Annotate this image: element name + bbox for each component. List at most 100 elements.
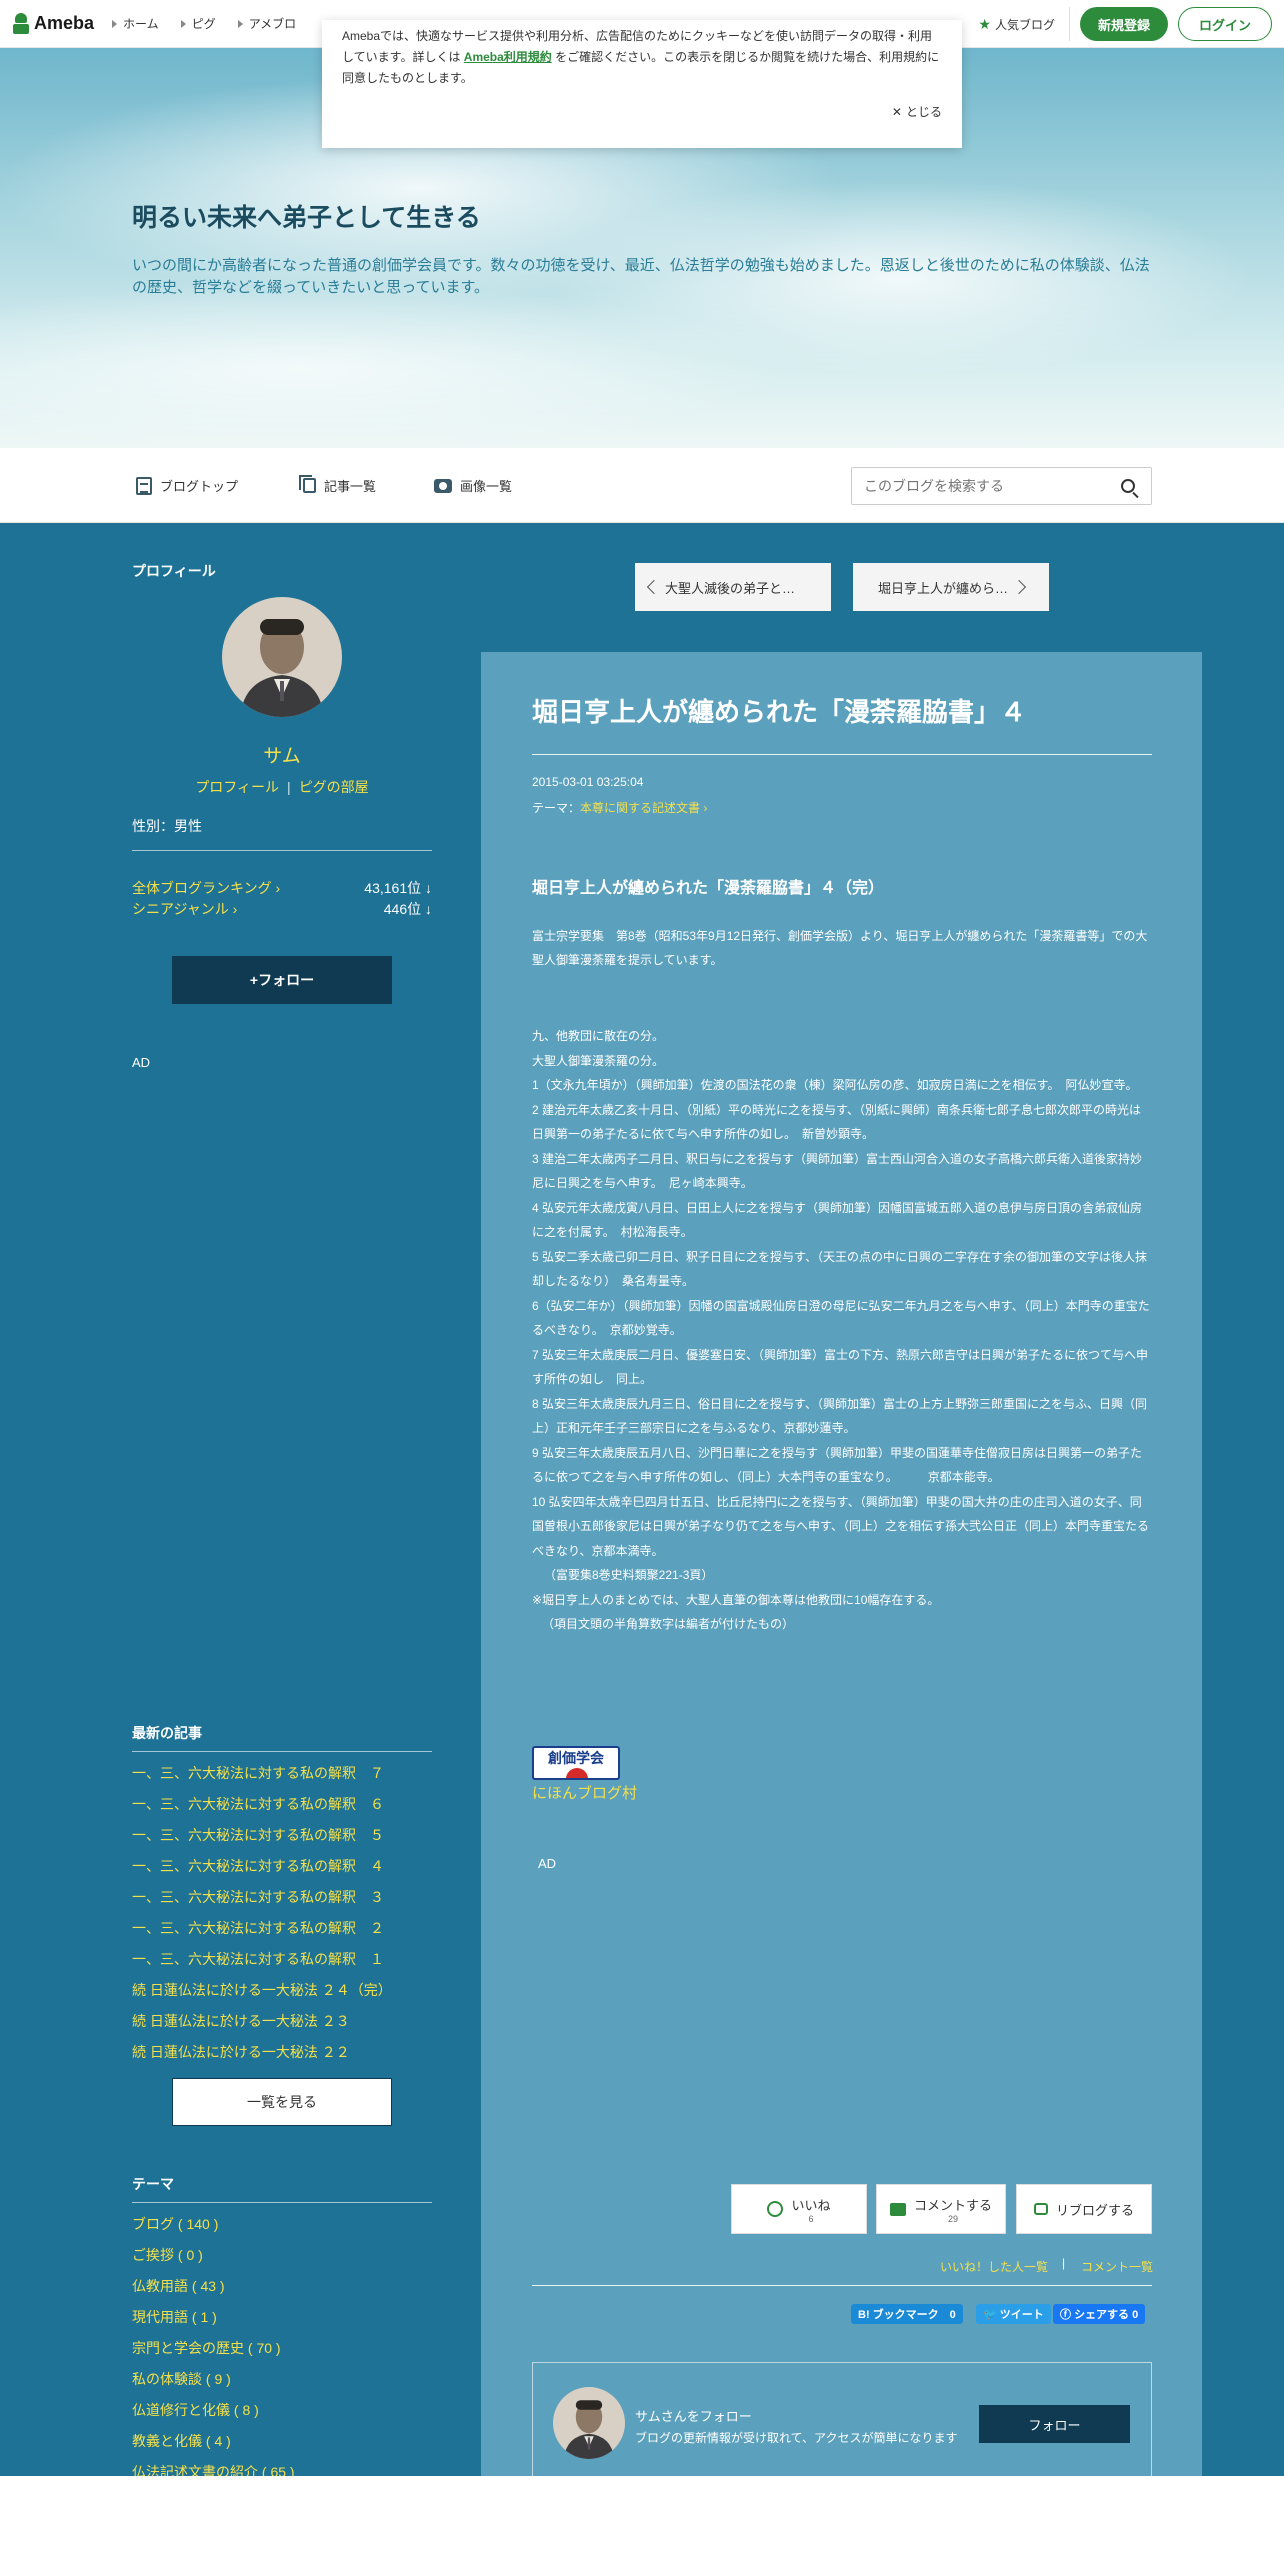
comment-count: 29 [947, 2213, 958, 2224]
liked-users-link[interactable]: いいね！した人一覧 [940, 2258, 1048, 2275]
comment-button[interactable]: コメントする 29 [876, 2184, 1006, 2234]
close-icon: ✕ [891, 105, 902, 119]
theme-link[interactable]: 仏道修行と化儀 ( 8 ) [132, 2400, 432, 2431]
tweet-button[interactable]: 🐦 ツイート [976, 2304, 1051, 2324]
blog-top-link[interactable]: ブログトップ [136, 476, 238, 495]
article-body: 九、他教団に散在の分。 大聖人御筆漫荼羅の分。 1（文永九年頃か）（興師加筆）佐… [532, 1024, 1152, 1637]
theme-heading: テーマ [132, 2176, 174, 2192]
ranking-genre[interactable]: シニアジャンル › 446位 ↓ [132, 899, 432, 919]
blog-search [851, 467, 1152, 505]
recent-article-link[interactable]: 一、三、六大秘法に対する私の解釈 ６ [132, 1794, 432, 1825]
recent-article-link[interactable]: 続 日蓮仏法に於ける一大秘法 ２３ [132, 2011, 432, 2042]
menu-label: ブログトップ [160, 479, 239, 494]
ranking-label[interactable]: シニアジャンル › [132, 899, 237, 919]
recent-article-link[interactable]: 一、三、六大秘法に対する私の解釈 ２ [132, 1918, 432, 1949]
theme-link[interactable]: 宗門と学会の歴史 ( 70 ) [132, 2338, 432, 2369]
recent-article-link[interactable]: 一、三、六大秘法に対する私の解釈 ５ [132, 1825, 432, 1856]
theme-link[interactable]: 仏教用語 ( 43 ) [132, 2276, 432, 2307]
menu-label: 画像一覧 [460, 479, 513, 494]
blogmura-banner[interactable]: 創価学会 [532, 1746, 620, 1780]
pager-label: 大聖人滅後の弟子と… [665, 580, 796, 596]
theme-link[interactable]: 私の体験談 ( 9 ) [132, 2369, 432, 2400]
article-list-link[interactable]: 記事一覧 [299, 475, 377, 495]
header-actions: ★ 人気ブログ 新規登録 ログイン [978, 7, 1272, 41]
popular-label: 人気ブログ [994, 17, 1055, 32]
article-theme-link[interactable]: 本尊に関する記述文書 › [580, 801, 707, 815]
caret-right-icon [237, 19, 243, 28]
body-line: 9 弘安三年太歳庚辰五月八日、沙門日華に之を授与す（興師加筆）甲斐の国蓮華寺住僧… [532, 1445, 1143, 1485]
facebook-share-button[interactable]: ⓕ シェアする 0 [1053, 2304, 1146, 2324]
nickname[interactable]: サム [132, 741, 432, 768]
article-title[interactable]: 堀日亨上人が纏められた「漫荼羅脇書」４ [532, 692, 1026, 729]
ranking-label[interactable]: 全体ブログランキング › [132, 878, 280, 898]
menu-label: 記事一覧 [324, 479, 377, 494]
recent-article-link[interactable]: 続 日蓮仏法に於ける一大秘法 ２４（完） [132, 1980, 432, 2011]
body-line: 8 弘安三年太歳庚辰九月三日、俗日目に之を授与す、（興師加筆）富士の上方上野弥三… [532, 1396, 1148, 1436]
nav-link-pigg[interactable]: ピグ [180, 15, 216, 32]
chevron-right-icon [1011, 579, 1027, 595]
follow-button[interactable]: + フォロー [172, 956, 392, 1004]
follow-card-button[interactable]: フォロー [979, 2405, 1130, 2443]
profile-link[interactable]: プロフィール [195, 779, 279, 795]
follow-name: サムさんをフォロー [635, 2409, 752, 2424]
theme-link[interactable]: 現代用語 ( 1 ) [132, 2307, 432, 2338]
body-line: ※堀日亨上人のまとめでは、大聖人直筆の御本尊は他教団に10幅存在する。 [532, 1592, 940, 1607]
ameba-logo[interactable]: Ameba [12, 12, 94, 35]
next-article-button[interactable]: 堀日亨上人が纏めら… [853, 563, 1049, 611]
blog-title[interactable]: 明るい未来へ弟子として生きる [132, 198, 481, 234]
theme-link[interactable]: ご挨拶 ( 0 ) [132, 2245, 432, 2276]
avatar[interactable] [222, 597, 342, 717]
blog-menu: ブログトップ 記事一覧 画像一覧 [0, 448, 1284, 523]
ameba-logo-icon [12, 12, 30, 35]
search-icon[interactable] [1121, 479, 1135, 493]
theme-link[interactable]: ブログ ( 140 ) [132, 2214, 432, 2245]
gender: 性別：男性 [132, 818, 202, 834]
recent-article-link[interactable]: 一、三、六大秘法に対する私の解釈 １ [132, 1949, 432, 1980]
theme-link[interactable]: 教義と化儀 ( 4 ) [132, 2431, 432, 2462]
camera-icon [434, 478, 452, 493]
image-list-link[interactable]: 画像一覧 [434, 476, 512, 495]
see-all-button[interactable]: 一覧を見る [172, 2078, 392, 2126]
body-line: 大聖人御筆漫荼羅の分。 [532, 1053, 665, 1068]
cookie-banner: Amebaでは、快適なサービス提供や利用分析、広告配信のためにクッキーなどを使い… [322, 20, 962, 148]
ranking-value: 446位 ↓ [383, 901, 432, 917]
blogmura-link[interactable]: にほんブログ村 [532, 1782, 637, 1803]
recent-article-link[interactable]: 一、三、六大秘法に対する私の解釈 ３ [132, 1887, 432, 1918]
comment-icon [889, 2202, 906, 2216]
terms-link[interactable]: Ameba利用規約 [464, 50, 552, 64]
reblog-button[interactable]: リブログする [1016, 2184, 1152, 2234]
login-button[interactable]: ログイン [1177, 7, 1272, 41]
popular-blogs-link[interactable]: ★ 人気ブログ [978, 7, 1070, 41]
ranking-overall[interactable]: 全体ブログランキング › 43,161位 ↓ [132, 878, 432, 898]
comment-list-link[interactable]: コメント一覧 [1081, 2258, 1153, 2275]
body-line: 九、他教団に散在の分。 [532, 1029, 665, 1043]
article-date: 2015-03-01 03:25:04 [532, 775, 644, 789]
banner-text: 創価学会 [548, 1750, 604, 1766]
recent-article-link[interactable]: 一、三、六大秘法に対する私の解釈 ４ [132, 1856, 432, 1887]
cookie-close-button[interactable]: ✕ とじる [892, 102, 942, 123]
nav-link-home[interactable]: ホーム [112, 15, 159, 32]
body-line: 7 弘安三年太歳庚辰二月日、優婆塞日安、（興師加筆）富士の下方、熱原六郎吉守は日… [532, 1347, 1149, 1387]
recent-article-link[interactable]: 一、三、六大秘法に対する私の解釈 ７ [132, 1763, 432, 1794]
pager-label: 堀日亨上人が纏めら… [877, 580, 1008, 596]
signup-button[interactable]: 新規登録 [1079, 7, 1168, 41]
comment-label: コメントする [913, 2197, 992, 2213]
like-button[interactable]: いいね 6 [731, 2184, 867, 2234]
profile-heading: プロフィール [132, 563, 216, 579]
nav-link-label: アメブロ [248, 17, 297, 31]
follow-label: フォロー [258, 972, 315, 988]
body-line: 5 弘安二季太歳己卯二月日、釈子日目に之を授与す、（天王の点の中に日興の二字存在… [532, 1249, 1148, 1289]
document-icon [136, 476, 152, 495]
recent-article-link[interactable]: 続 日蓮仏法に於ける一大秘法 ２２ [132, 2042, 432, 2073]
prev-article-button[interactable]: 大聖人滅後の弟子と… [635, 563, 831, 611]
separator: | [1062, 2256, 1066, 2270]
nav-link-ameblo[interactable]: アメブロ [237, 15, 297, 32]
body-line: 1（文永九年頃か）（興師加筆）佐渡の国法花の衆（棟）梁阿仏房の彦、如寂房日満に之… [532, 1078, 1138, 1092]
plus-icon: + [249, 972, 259, 988]
like-label: いいね [791, 2197, 831, 2213]
search-input[interactable] [852, 468, 1092, 504]
hatena-bookmark-button[interactable]: B! ブックマーク 0 [851, 2304, 963, 2324]
article: 堀日亨上人が纏められた「漫荼羅脇書」４ 2015-03-01 03:25:04 … [481, 652, 1202, 2568]
pigg-room-link[interactable]: ピグの部屋 [299, 779, 369, 795]
caret-right-icon [180, 19, 186, 28]
